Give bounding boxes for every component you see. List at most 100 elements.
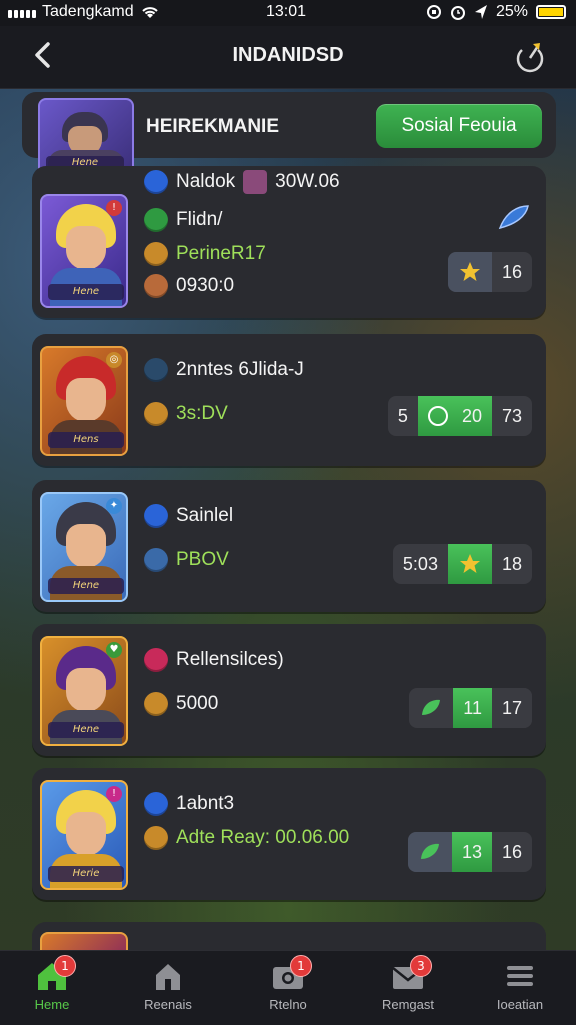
portrait-plate: Hene <box>48 284 124 300</box>
share-icon[interactable] <box>512 38 548 74</box>
portrait-plate: Hene <box>48 578 124 594</box>
pill-left-value: 5 <box>397 405 408 426</box>
hero-card[interactable]: ! Herie 1abnt3 Adte Reay: 00.06.00 13 16 <box>32 768 546 900</box>
pill-right-value: 18 <box>501 553 522 574</box>
pill-right-value: 73 <box>501 405 522 426</box>
bronze-coin-icon <box>144 274 168 298</box>
blue-orb-icon <box>144 170 168 194</box>
camera-icon: 1 <box>270 955 312 993</box>
wifi-icon <box>141 7 158 18</box>
hero-portrait[interactable]: ♥ Hene <box>40 636 128 746</box>
bottom-tab-bar: 1 Heme Reenais 1 Rtelno 3 Remgast Ioeati… <box>0 950 576 1025</box>
star-icon <box>459 262 480 281</box>
tab-home[interactable]: 1 Heme <box>2 955 102 1012</box>
stat-row: Rellensilces) <box>144 648 284 672</box>
header-title: HEIREKMANIE <box>146 116 280 137</box>
tab-photo[interactable]: 1 Rtelno <box>238 955 338 1012</box>
stat-row: Adte Reay: 00.06.00 <box>144 826 349 850</box>
leaf-icon <box>420 843 439 859</box>
stat-row: 2nntes 6Jlida-J <box>144 358 304 382</box>
potion-icon <box>144 548 168 572</box>
list-header: Hene HEIREKMANIE Sosial Feouia <box>22 92 556 176</box>
stat-row: 3s:DV <box>144 402 228 426</box>
status-bar: Tadengkamd 13:01 25% <box>0 0 576 26</box>
ruby-icon <box>144 648 168 672</box>
tab-label: Rtelno <box>269 997 307 1012</box>
stat-row: Flidn/ <box>144 208 222 232</box>
score-pill[interactable]: 13 16 <box>407 832 532 872</box>
tab-messages[interactable]: 3 Remgast <box>358 955 458 1012</box>
score-pill[interactable]: 5:03 18 <box>392 544 532 584</box>
hero-card[interactable]: ◎ Hens 2nntes 6Jlida-J 3s:DV 5 20 73 <box>32 334 546 466</box>
tab-label: Remgast <box>381 997 435 1012</box>
score-pill[interactable]: 5 20 73 <box>387 396 532 436</box>
battery-percent: 25% <box>495 3 528 20</box>
hero-portrait[interactable]: ! Hene <box>40 194 128 308</box>
stat-row: PerineR17 <box>144 242 266 266</box>
stat-row: 1abnt3 <box>144 792 234 816</box>
hero-card[interactable]: ✦ Hene Sainlel PBOV 5:03 18 <box>32 480 546 612</box>
stat-value: PBOV <box>176 549 229 570</box>
menu-icon <box>502 959 538 993</box>
top-nav-bar: INDANIDSD <box>0 26 576 89</box>
stat-value: 0930:0 <box>176 275 235 296</box>
swords-icon <box>144 792 168 816</box>
star-segment <box>447 544 492 584</box>
stat-name: Sainlel <box>176 505 234 526</box>
pill-green-segment: 20 <box>417 396 492 436</box>
pill-right-value: 16 <box>501 841 522 862</box>
tab-menu[interactable]: Ioeatian <box>470 959 570 1012</box>
feather-icon[interactable] <box>496 202 532 232</box>
location-icon <box>474 5 487 19</box>
stat-row: 5000 <box>144 692 218 716</box>
stat-row: Naldok 30W.06 <box>144 170 340 194</box>
star-icon <box>459 554 480 573</box>
tab-label: Heme <box>34 997 70 1012</box>
status-time: 13:01 <box>266 3 307 20</box>
pill-mid-value: 20 <box>461 405 482 426</box>
pill-right-value: 17 <box>491 688 532 728</box>
portrait-plate: Herie <box>48 866 124 882</box>
tab-label: Ioeatian <box>496 997 544 1012</box>
alarm-icon <box>450 6 465 20</box>
tab-heroes[interactable]: Reenais <box>118 959 218 1012</box>
timer-icon <box>427 406 448 426</box>
stat-value: 30W.06 <box>275 171 340 192</box>
pill-mid-value: 11 <box>453 688 492 728</box>
stat-name: Naldok <box>176 171 236 192</box>
carrier-name: Tadengkamd <box>42 3 134 20</box>
hero-portrait[interactable]: ✦ Hene <box>40 492 128 602</box>
portrait-plate: Hene <box>48 722 124 738</box>
notification-badge: 1 <box>290 955 312 977</box>
stat-value: 3s:DV <box>176 403 228 424</box>
header-hero-avatar[interactable]: Hene <box>38 98 134 176</box>
stat-name: 1abnt3 <box>176 793 235 814</box>
rank-badge-icon: ✦ <box>106 498 122 514</box>
gold-coin-icon <box>144 242 168 266</box>
hero-card[interactable]: ♥ Hene Rellensilces) 5000 11 17 <box>32 624 546 756</box>
notification-badge: 1 <box>54 955 76 977</box>
blue-gem-icon <box>144 504 168 528</box>
check-icon <box>144 208 168 232</box>
page-title: INDANIDSD <box>232 44 344 66</box>
stat-name: 2nntes 6Jlida-J <box>176 359 304 380</box>
score-pill[interactable]: 16 <box>447 252 532 292</box>
rotation-lock-icon <box>426 5 441 19</box>
cellular-signal-icon <box>8 6 36 18</box>
score-pill[interactable]: 11 17 <box>409 688 532 728</box>
stat-value: Adte Reay: 00.06.00 <box>176 827 350 848</box>
notification-badge: 3 <box>410 955 432 977</box>
gold-coin-icon <box>144 826 168 850</box>
star-segment <box>447 252 492 292</box>
hero-card[interactable]: ! Hene Naldok 30W.06 Flidn/ PerineR17 09… <box>32 166 546 318</box>
gold-coin-icon <box>144 692 168 716</box>
social-feed-button[interactable]: Sosial Feouia <box>376 104 542 148</box>
tab-label: Reenais <box>144 997 192 1012</box>
portrait-plate: Hens <box>48 432 124 448</box>
hero-portrait[interactable]: ! Herie <box>40 780 128 890</box>
rank-badge-icon: ♥ <box>106 642 122 658</box>
leaf-segment <box>409 688 453 728</box>
pill-left-value: 5:03 <box>402 553 438 574</box>
leaf-icon <box>422 699 441 715</box>
hero-portrait[interactable]: ◎ Hens <box>40 346 128 456</box>
